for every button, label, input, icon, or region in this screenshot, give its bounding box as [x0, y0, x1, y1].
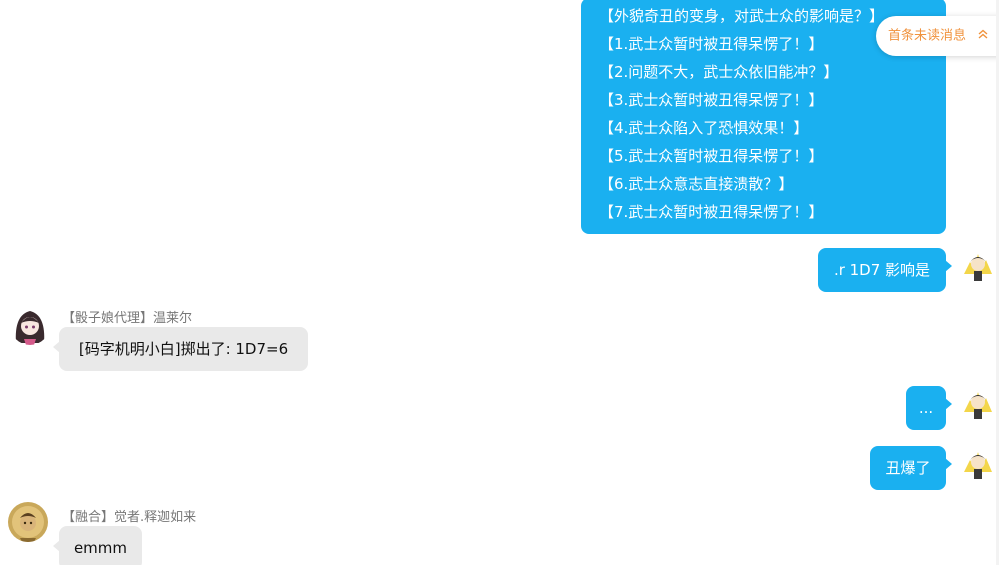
avatar-self[interactable] — [958, 244, 998, 284]
message-text: emmm — [73, 539, 128, 557]
message-line: 【5.武士众暂时被丑得呆愣了！】 — [599, 147, 824, 165]
message-line: 【7.武士众暂时被丑得呆愣了！】 — [599, 203, 824, 221]
double-chevron-up-icon — [978, 16, 988, 56]
message-line: 【6.武士众意志直接溃散？】 — [599, 175, 794, 193]
avatar-self[interactable] — [958, 442, 998, 482]
message-line: 【3.武士众暂时被丑得呆愣了！】 — [599, 91, 824, 109]
sender-name: 【融合】觉者.释迦如来 — [62, 510, 197, 525]
message-bubble-other[interactable]: emmm — [53, 526, 142, 565]
message-text: 丑爆了 — [885, 459, 931, 477]
message-bubble-self[interactable]: 丑爆了 — [870, 446, 952, 490]
message-bubble-self[interactable]: ... — [906, 386, 952, 430]
message-text: [码字机明小白]掷出了: 1D7=6 — [78, 340, 289, 358]
sender-name: 【骰子娘代理】温莱尔 — [62, 311, 193, 326]
message-text: .r 1D7 影响是 — [833, 261, 931, 279]
unread-button-label: 首条未读消息 — [888, 28, 967, 44]
message-bubble-other[interactable]: [码字机明小白]掷出了: 1D7=6 — [53, 327, 308, 371]
avatar-self[interactable] — [958, 382, 998, 422]
avatar-dice-bot[interactable] — [10, 305, 50, 345]
first-unread-message-button[interactable]: 首条未读消息 — [876, 16, 999, 56]
avatar-other-user[interactable] — [8, 502, 48, 542]
message-line: 【4.武士众陷入了恐惧效果！】 — [599, 119, 809, 137]
message-bubble-self[interactable]: .r 1D7 影响是 — [818, 248, 952, 292]
chat-message-list[interactable]: 【外貌奇丑的变身，对武士众的影响是？】 【1.武士众暂时被丑得呆愣了！】 【2.… — [0, 0, 999, 565]
message-text: ... — [918, 399, 934, 417]
message-line: 【2.问题不大，武士众依旧能冲？】 — [599, 63, 839, 81]
